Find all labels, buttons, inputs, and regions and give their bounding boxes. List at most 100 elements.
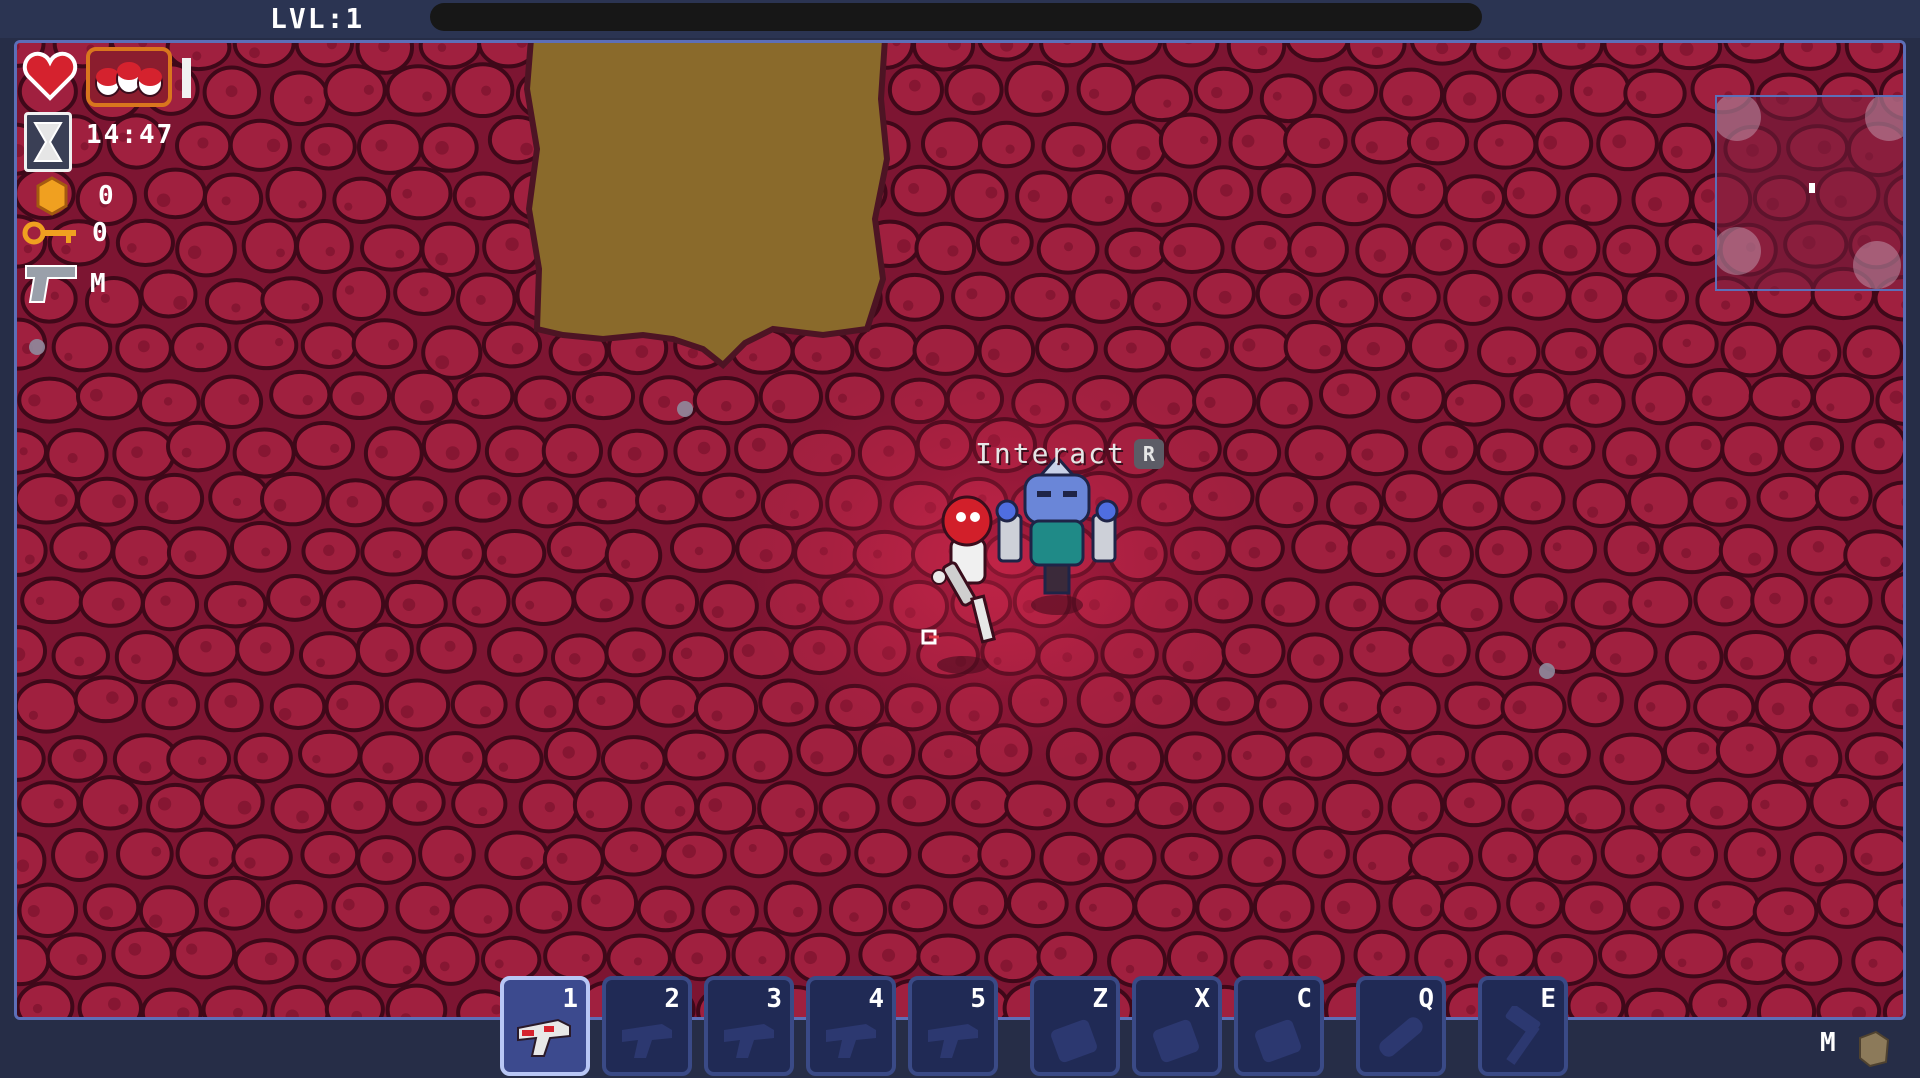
flesh-tile-spot xyxy=(163,397,173,406)
flesh-tile xyxy=(45,428,109,482)
flesh-tile-spot xyxy=(562,746,575,759)
flesh-tile xyxy=(984,933,1043,984)
interact-label: Interact xyxy=(975,437,1126,470)
flesh-tile xyxy=(1076,62,1136,116)
hotbar-slot-4[interactable]: 4 xyxy=(806,976,896,1076)
flesh-tile xyxy=(1347,429,1409,477)
flesh-tile-spot xyxy=(1612,134,1627,149)
flesh-tile xyxy=(1036,931,1098,983)
flesh-tile xyxy=(1500,472,1566,525)
flesh-tile xyxy=(1255,680,1313,733)
flesh-tile xyxy=(513,375,571,422)
flesh-tile xyxy=(1166,321,1229,372)
flesh-tile-spot xyxy=(551,910,563,922)
flesh-tile-spot xyxy=(1313,654,1325,666)
flesh-tile xyxy=(1591,627,1658,677)
flesh-tile-spot xyxy=(1088,88,1100,99)
flesh-tile xyxy=(208,471,270,523)
hotbar-slot-1[interactable]: 1 xyxy=(500,976,590,1076)
robot-npc[interactable] xyxy=(985,457,1127,617)
flesh-tile-spot xyxy=(1595,1001,1608,1014)
hotbar-slot-c[interactable]: C xyxy=(1234,976,1324,1076)
flesh-tile xyxy=(977,828,1036,880)
flesh-tile-spot xyxy=(273,499,287,512)
flesh-tile xyxy=(1723,43,1786,64)
hotbar-slot-z[interactable]: Z xyxy=(1030,976,1120,1076)
flesh-tile xyxy=(322,576,386,633)
flesh-tile xyxy=(1039,831,1102,886)
flesh-tile xyxy=(1411,221,1468,276)
health-pills-frame xyxy=(86,47,172,107)
flesh-tile xyxy=(360,224,424,272)
flesh-tile xyxy=(452,171,514,221)
flesh-tile-spot xyxy=(32,1003,43,1014)
pebble xyxy=(1539,663,1555,679)
flesh-tile-spot xyxy=(160,595,171,606)
flesh-tile xyxy=(419,122,479,173)
flesh-tile xyxy=(17,524,48,577)
flesh-tile xyxy=(1689,477,1751,527)
flesh-tile-spot xyxy=(483,915,493,924)
flesh-tile xyxy=(361,936,424,988)
hotbar-slot-x[interactable]: X xyxy=(1132,976,1222,1076)
map-scroll-icon[interactable] xyxy=(1856,1028,1892,1068)
flesh-tile-spot xyxy=(1625,454,1638,466)
flesh-tile-spot xyxy=(1338,299,1348,309)
flesh-tile-spot xyxy=(420,400,434,414)
flesh-tile-spot xyxy=(1000,959,1013,972)
flesh-tile xyxy=(1507,780,1569,834)
flesh-tile xyxy=(951,271,1010,322)
play-field[interactable]: Interact R xyxy=(14,40,1906,1020)
flesh-tile xyxy=(1603,521,1660,577)
hotbar-slot-2[interactable]: 2 xyxy=(602,976,692,1076)
flesh-tile-spot xyxy=(261,547,271,557)
flesh-tile-spot xyxy=(1005,144,1015,154)
hotbar-slot-key-label: Z xyxy=(1092,984,1108,1014)
flesh-tile xyxy=(693,682,759,735)
minimap[interactable] xyxy=(1715,95,1903,291)
flesh-tile-spot xyxy=(1665,289,1678,303)
hotbar-slot-5[interactable]: 5 xyxy=(908,976,998,1076)
flesh-tile-spot xyxy=(344,285,355,295)
flesh-tile xyxy=(1227,834,1286,887)
flesh-tile-spot xyxy=(978,904,989,916)
flesh-tile-spot xyxy=(1339,83,1353,97)
flesh-tile xyxy=(1623,272,1690,324)
flesh-tile-spot xyxy=(186,943,198,955)
flesh-tile xyxy=(1349,626,1416,677)
flesh-tile xyxy=(1720,321,1781,378)
flesh-tile-spot xyxy=(1682,338,1691,348)
flesh-tile xyxy=(269,683,327,730)
flesh-tile xyxy=(571,371,636,421)
flesh-tile-spot xyxy=(1336,900,1351,915)
flesh-tile xyxy=(1626,881,1684,931)
flesh-tile-spot xyxy=(17,859,30,872)
flesh-tile-spot xyxy=(429,905,440,916)
flesh-tile-spot xyxy=(1808,655,1818,665)
hotbar-slot-q[interactable]: Q xyxy=(1356,976,1446,1076)
flesh-tile-spot xyxy=(266,138,281,153)
flesh-tile xyxy=(1387,779,1445,835)
flesh-tile-spot xyxy=(1740,656,1754,671)
flesh-tile xyxy=(888,884,948,933)
flesh-tile-spot xyxy=(1463,92,1477,106)
flesh-tile-spot xyxy=(1444,339,1458,353)
dirt-patch xyxy=(523,43,891,369)
hotbar-slot-3[interactable]: 3 xyxy=(704,976,794,1076)
hotbar-slot-e[interactable]: E xyxy=(1478,976,1568,1076)
flesh-tile-spot xyxy=(543,705,557,718)
flesh-tile xyxy=(1686,777,1753,830)
flesh-tile-spot xyxy=(1445,445,1458,459)
flesh-tile-spot xyxy=(1563,245,1578,259)
flesh-tile-spot xyxy=(1498,46,1511,60)
flesh-tile-spot xyxy=(343,898,355,911)
flesh-tile-spot xyxy=(1749,452,1763,466)
flesh-tile xyxy=(1387,372,1446,424)
flesh-tile xyxy=(511,577,576,626)
flesh-tile xyxy=(139,269,198,319)
flesh-tile xyxy=(424,731,487,786)
flesh-tile-spot xyxy=(353,800,364,811)
flesh-tile-spot xyxy=(972,92,986,106)
flesh-tile-spot xyxy=(392,550,402,559)
flesh-tile xyxy=(111,927,174,980)
